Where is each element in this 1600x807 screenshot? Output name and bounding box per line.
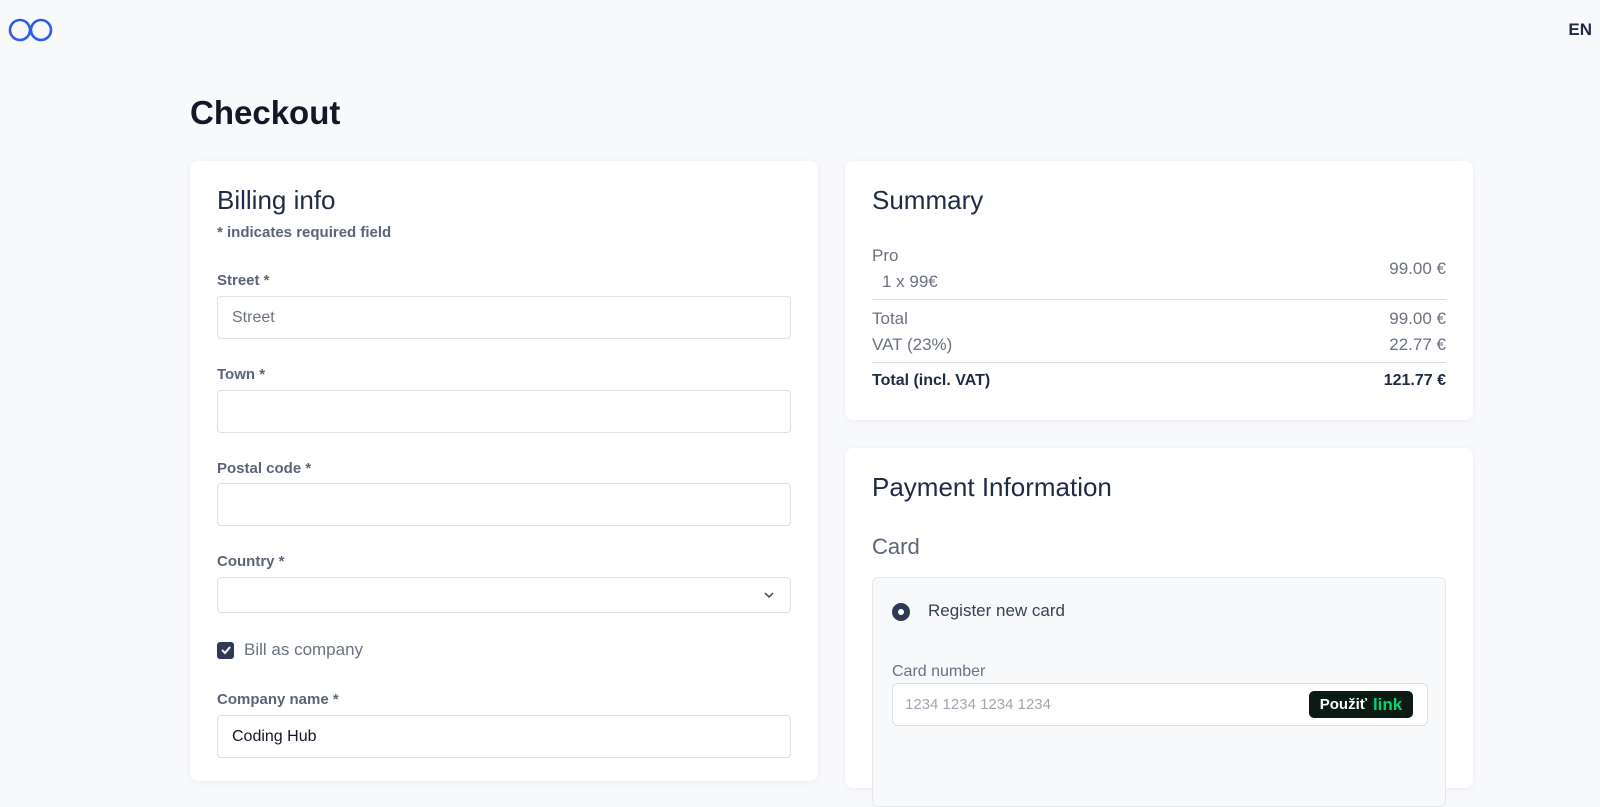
summary-item-qty-row: 1 x 99€: [882, 272, 1446, 292]
summary-total-incl-row: Total (incl. VAT) 121.77 €: [872, 372, 1446, 390]
payment-info-card: Payment Information Card Register new ca…: [845, 448, 1473, 807]
page-title: Checkout: [190, 94, 341, 131]
total-value: 99.00 €: [1389, 309, 1446, 328]
billing-info-card: Billing info * indicates required field …: [190, 161, 818, 781]
checkbox-checked-icon[interactable]: [217, 641, 234, 659]
total-incl-label: Total (incl. VAT): [872, 372, 991, 389]
summary-title: Summary: [872, 185, 984, 215]
bill-as-company-checkbox[interactable]: Bill as company: [217, 640, 363, 660]
summary-total-row: Total 99.00 €: [872, 309, 1446, 329]
card-section-title: Card: [872, 534, 920, 559]
vat-label: VAT (23%): [872, 335, 953, 354]
summary-item-name: Pro: [872, 246, 1446, 266]
company-name-label: Company name *: [217, 691, 339, 708]
billing-info-title: Billing info: [217, 185, 336, 215]
country-label: Country *: [217, 553, 285, 570]
postal-code-input[interactable]: [217, 483, 791, 526]
card-number-label: Card number: [892, 663, 986, 680]
payment-info-title: Payment Information: [872, 472, 1112, 502]
street-input[interactable]: [217, 296, 791, 339]
bill-as-company-label: Bill as company: [244, 640, 364, 659]
item-price: 99.00 €: [1389, 259, 1446, 278]
chevron-down-icon: [764, 592, 774, 599]
total-incl-value: 121.77 €: [1383, 372, 1446, 389]
register-new-card-label[interactable]: Register new card: [928, 601, 1065, 621]
link-brand-logo: link: [1372, 694, 1403, 714]
radio-selected-icon[interactable]: [892, 603, 910, 621]
link-pay-button-label: Použiť: [1319, 696, 1367, 713]
town-label: Town *: [217, 366, 266, 383]
company-name-input[interactable]: [217, 715, 791, 758]
register-new-card-option[interactable]: Register new card Card number Použiť lin…: [872, 577, 1446, 807]
item-quantity: 1 x 99€: [882, 272, 938, 291]
link-pay-button[interactable]: Použiť link: [1309, 691, 1413, 718]
town-input[interactable]: [217, 390, 791, 433]
summary-divider: [872, 362, 1446, 363]
item-name: Pro: [872, 246, 899, 265]
required-field-note: * indicates required field: [217, 224, 392, 241]
top-bar: EN: [0, 0, 1600, 60]
infinity-logo-icon[interactable]: [8, 17, 54, 43]
vat-value: 22.77 €: [1389, 335, 1446, 354]
summary-divider: [872, 299, 1446, 300]
total-label: Total: [872, 309, 908, 328]
language-selector[interactable]: EN: [1568, 20, 1592, 40]
country-select[interactable]: [217, 577, 791, 613]
street-label: Street *: [217, 272, 270, 289]
postal-code-label: Postal code *: [217, 460, 312, 477]
summary-card: Summary Pro 1 x 99€ 99.00 € Total 99.00 …: [845, 161, 1473, 420]
summary-vat-row: VAT (23%) 22.77 €: [872, 335, 1446, 355]
